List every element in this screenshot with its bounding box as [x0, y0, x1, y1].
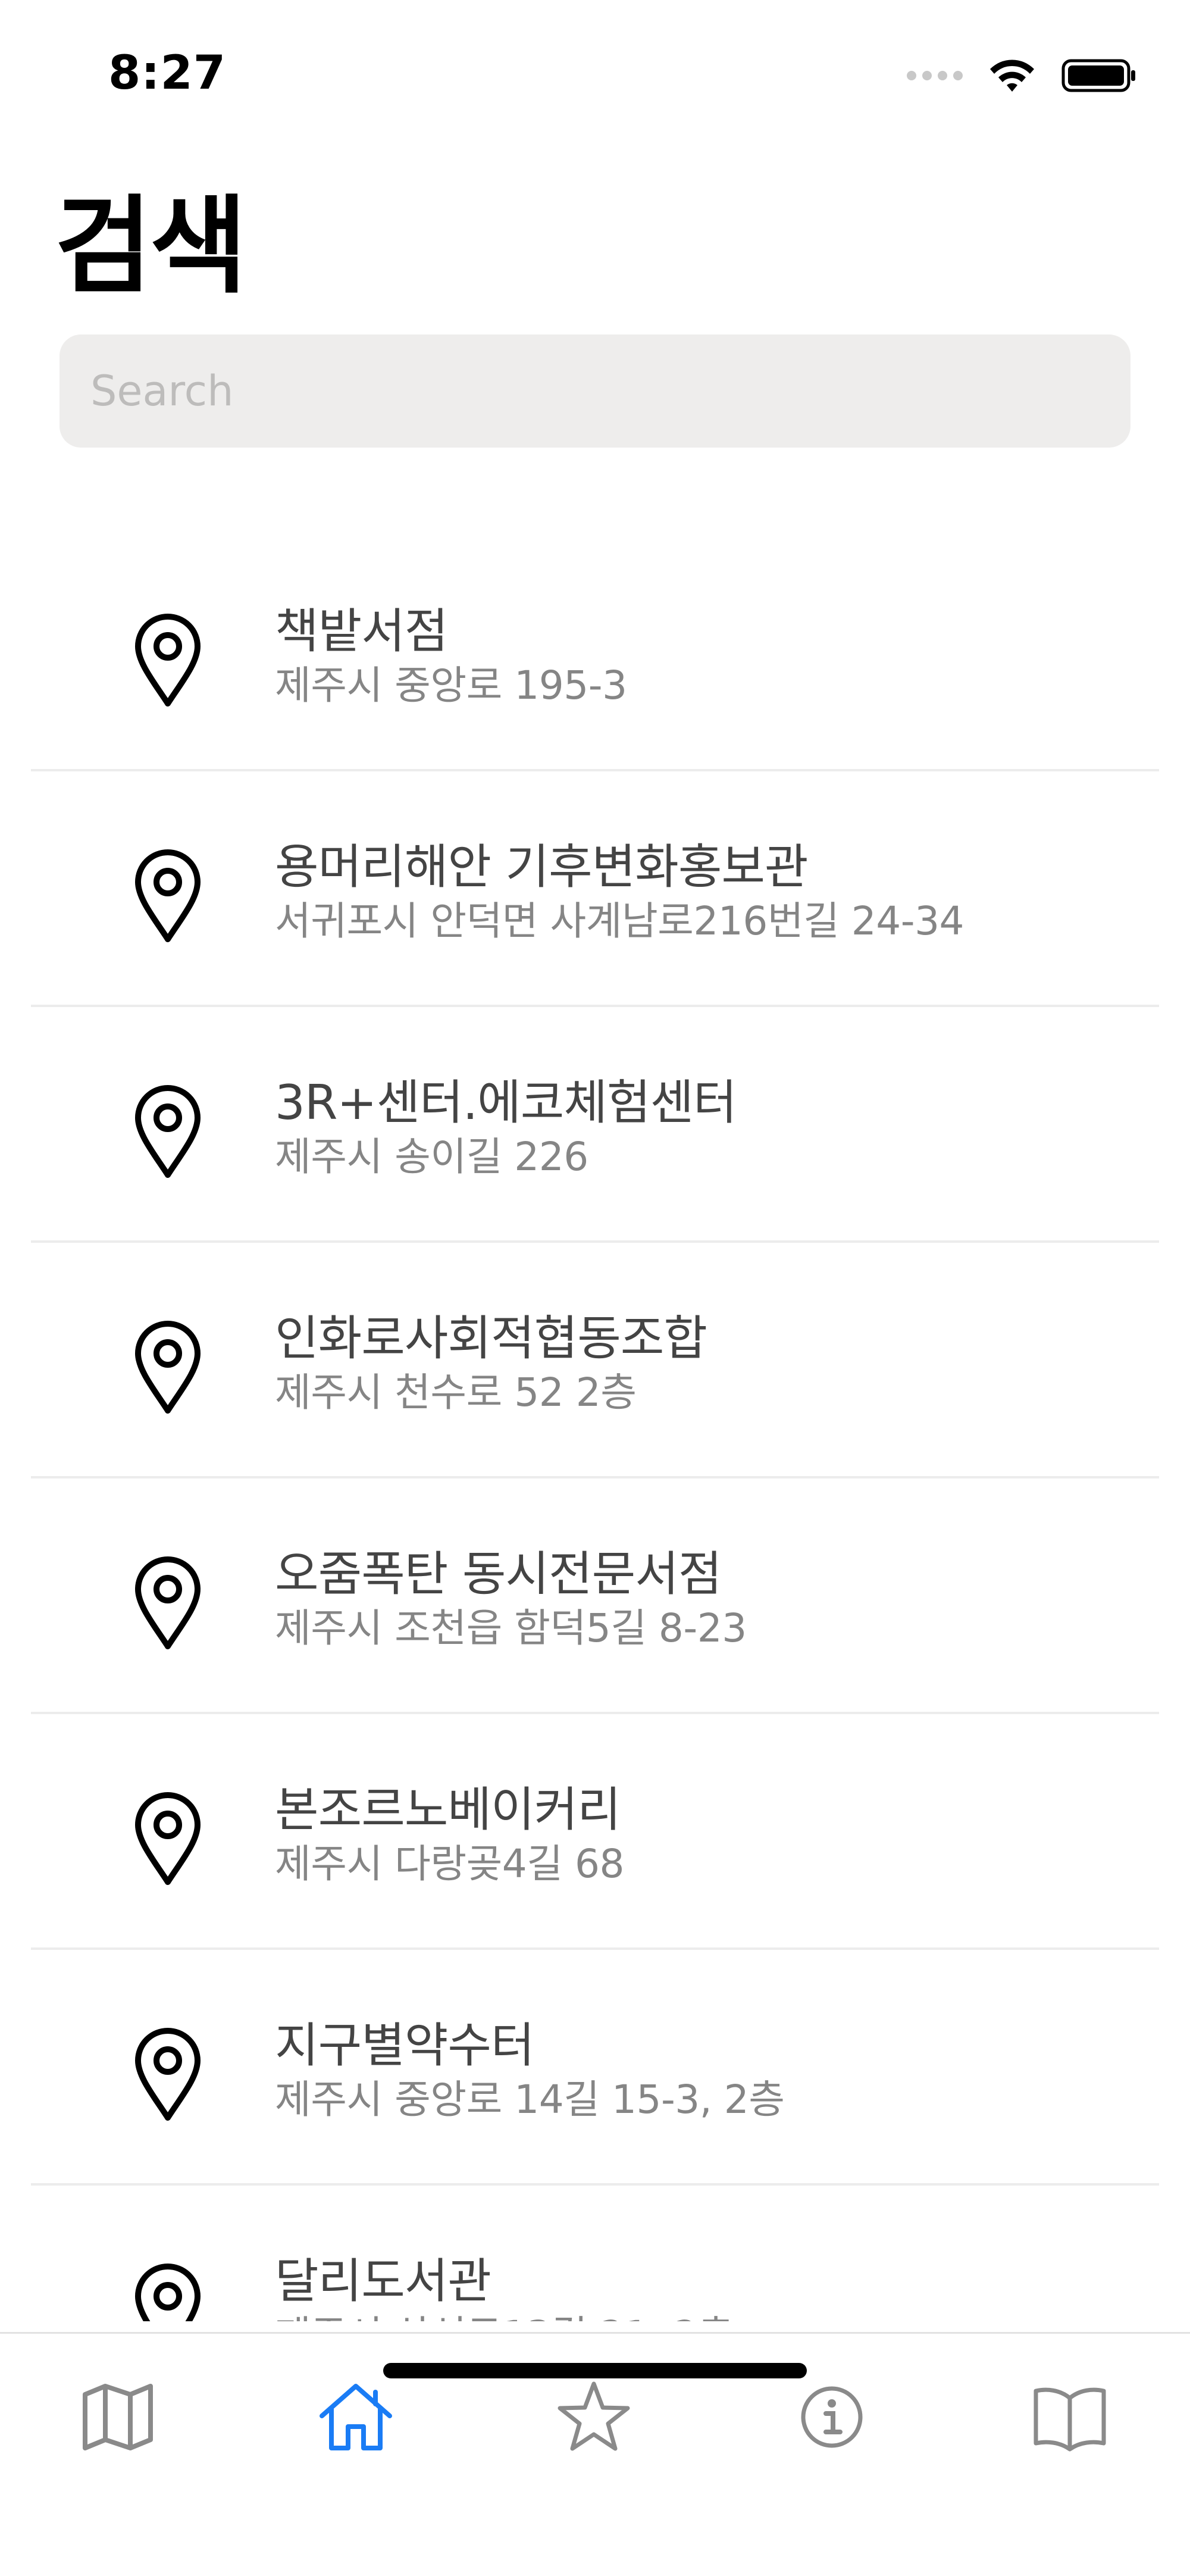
house-icon	[320, 2384, 392, 2450]
place-address: 제주시 조천읍 함덕5길 8-23	[275, 1605, 747, 1651]
list-item[interactable]: 3R+센터.에코체험센터 제주시 송이길 226	[0, 1007, 1190, 1243]
place-name: 오줌폭탄 동시전문서점	[275, 1546, 722, 1602]
location-pin-icon	[132, 1083, 203, 1180]
cellular-signal-icon	[907, 71, 963, 80]
place-address: 제주시 송이길 226	[275, 1134, 588, 1180]
info-icon	[801, 2386, 863, 2448]
battery-icon	[1061, 59, 1135, 92]
location-pin-icon	[132, 1555, 203, 1651]
place-name: 달리도서관	[275, 2253, 491, 2309]
place-address: 제주시 중앙로 195-3	[275, 662, 627, 708]
tab-favorites[interactable]	[546, 2369, 641, 2465]
status-time: 8:27	[108, 46, 227, 100]
list-item[interactable]: 용머리해안 기후변화홍보관 서귀포시 안덕면 사계남로216번길 24-34	[0, 771, 1190, 1007]
search-screen: 8:27 검색 책밭서점제주시 중앙로 195-3용머리해안 기후변화홍보관서귀…	[0, 0, 1190, 2576]
location-pin-icon	[132, 848, 203, 944]
list-item[interactable]: 오줌폭탄 동시전문서점 제주시 조천읍 함덕5길 8-23	[0, 1478, 1190, 1714]
location-pin-icon	[132, 612, 203, 708]
place-address: 제주시 천수로 52 2층	[275, 1370, 637, 1415]
tab-map[interactable]	[70, 2369, 165, 2465]
place-name: 용머리해안 기후변화홍보관	[275, 839, 809, 895]
place-address: 서귀포시 안덕면 사계남로216번길 24-34	[275, 898, 964, 944]
home-indicator	[383, 2363, 807, 2378]
place-name: 3R+센터.에코체험센터	[275, 1075, 737, 1130]
status-indicators	[907, 55, 1138, 96]
tab-info[interactable]	[784, 2369, 879, 2465]
wifi-icon	[990, 60, 1034, 92]
place-name: 인화로사회적협동조합	[275, 1311, 707, 1366]
search-bar	[60, 334, 1130, 448]
list-item[interactable]: 인화로사회적협동조합 제주시 천수로 52 2층	[0, 1243, 1190, 1478]
place-address: 제주시 다랑곶4길 68	[275, 1841, 624, 1887]
book-icon	[1034, 2387, 1106, 2452]
place-address: 제주시 삼성로13길 21, 2층	[275, 2303, 734, 2321]
page-title: 검색	[55, 185, 248, 308]
list-item[interactable]: 지구별약수터 제주시 중앙로 14길 15-3, 2층	[0, 1950, 1190, 2186]
map-icon	[83, 2384, 153, 2450]
list-item[interactable]: 달리도서관제주시 삼성로13길 21, 2층	[0, 2186, 1190, 2321]
place-name: 지구별약수터	[275, 2018, 535, 2073]
tab-home[interactable]	[308, 2369, 403, 2465]
place-name: 책밭서점	[275, 604, 448, 659]
tab-book[interactable]	[1022, 2369, 1117, 2465]
place-address: 제주시 중앙로 14길 15-3, 2층	[275, 2077, 785, 2122]
place-name: 본조르노베이커리	[275, 1782, 621, 1837]
location-pin-icon	[132, 2026, 203, 2122]
location-pin-icon	[132, 1790, 203, 1887]
list-item[interactable]: 책밭서점 제주시 중앙로 195-3	[0, 536, 1190, 771]
location-pin-icon	[132, 1319, 203, 1415]
search-input[interactable]	[60, 334, 1130, 448]
place-list: 책밭서점 제주시 중앙로 195-3 용머리해안 기후변화홍보관 서귀포시 안덕면 사…	[0, 536, 1190, 2321]
location-pin-icon	[132, 2262, 203, 2321]
list-item[interactable]: 본조르노베이커리 제주시 다랑곶4길 68	[0, 1714, 1190, 1950]
star-icon	[558, 2381, 630, 2451]
